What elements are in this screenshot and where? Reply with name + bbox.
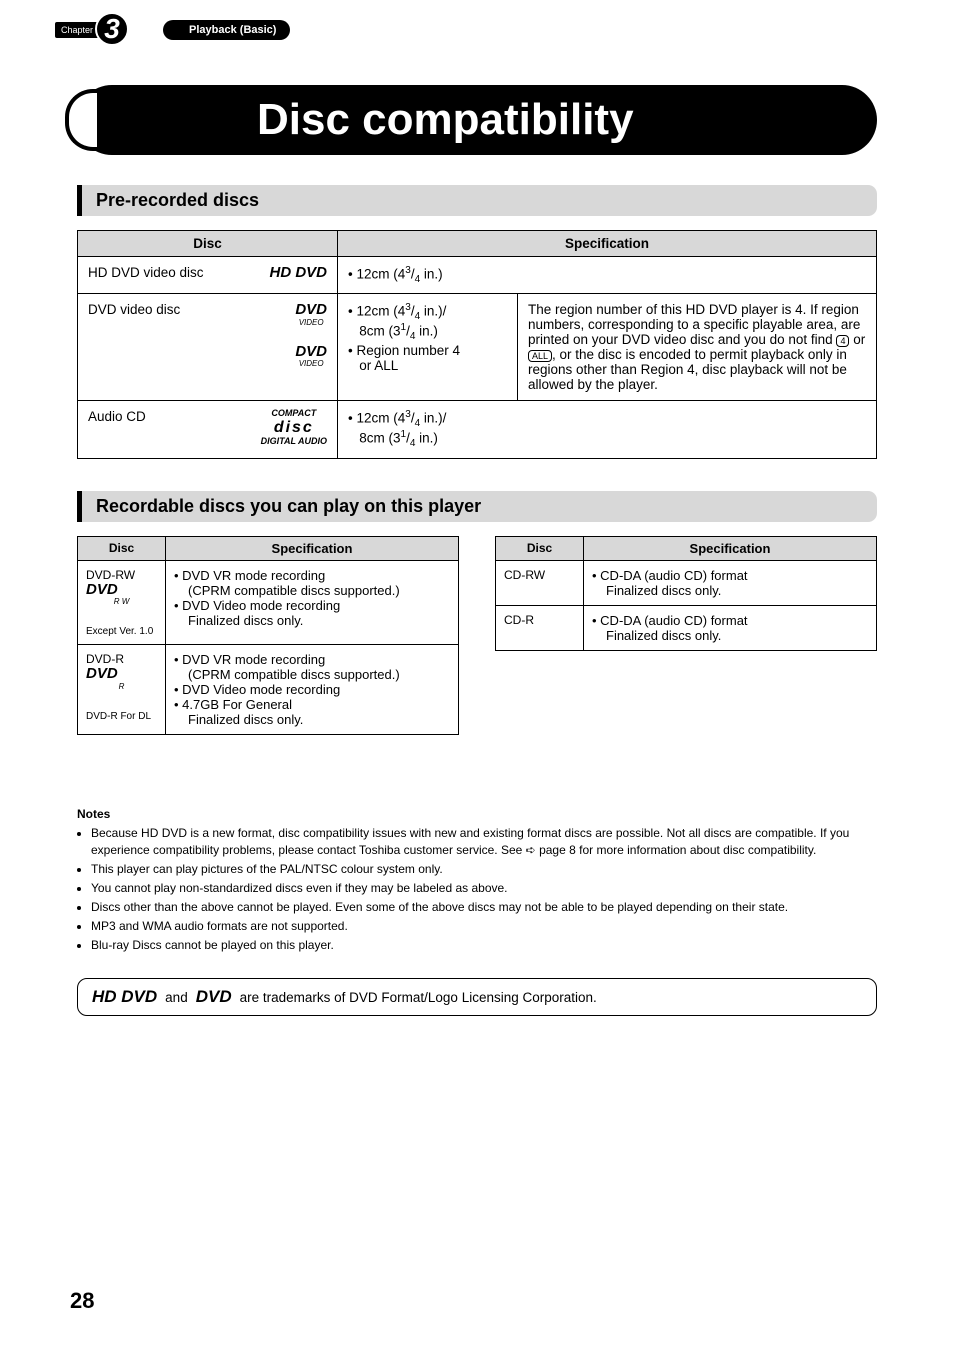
hddvd-logo-icon: HD DVD (269, 265, 327, 282)
disc-spec: • CD-DA (audio CD) format Finalized disc… (584, 605, 877, 650)
dvd-logo-icon: DVD (196, 988, 232, 1007)
page-title-banner: Disc compatibility (77, 85, 877, 155)
trademark-box: HD DVD and DVD are trademarks of DVD For… (77, 978, 877, 1017)
region-all-icon: ALL (528, 350, 552, 362)
col-disc: Disc (496, 536, 584, 560)
page-title: Disc compatibility (257, 95, 634, 145)
col-spec: Specification (338, 231, 877, 257)
disc-name: DVD video disc (88, 302, 180, 317)
disc-spec: • 12cm (43/4 in.) (338, 257, 877, 294)
note-item: Because HD DVD is a new format, disc com… (91, 825, 877, 857)
dvd-r-logo-icon: DVDR (86, 665, 157, 691)
arrow-right-icon: ➪ (526, 842, 536, 858)
disc-name: HD DVD video disc (88, 265, 204, 280)
trademark-and: and (165, 990, 188, 1005)
notes-heading: Notes (77, 807, 877, 821)
prerecorded-heading: Pre-recorded discs (77, 185, 877, 216)
note-item: Discs other than the above cannot be pla… (91, 899, 877, 915)
prerecorded-table: Disc Specification HD DVD video disc HD … (77, 230, 877, 459)
disc-spec: • 12cm (43/4 in.)/ 8cm (31/4 in.) (338, 401, 877, 458)
disc-name: CD-RW (496, 560, 584, 605)
col-spec: Specification (584, 536, 877, 560)
hddvd-logo-icon: HD DVD (92, 988, 157, 1007)
disc-spec: • DVD VR mode recording (CPRM compatible… (166, 560, 459, 645)
chapter-header: Chapter 3 Playback (Basic) (55, 20, 290, 40)
note-item: This player can play pictures of the PAL… (91, 861, 877, 877)
recordable-table-left: Disc Specification DVD-RW DVDR W Except … (77, 536, 459, 736)
dvd-rw-logo-icon: DVDR W (86, 581, 157, 607)
disc-spec: • DVD VR mode recording (CPRM compatible… (166, 645, 459, 735)
notes-section: Notes Because HD DVD is a new format, di… (77, 807, 877, 953)
dvd-video-logo-icon: DVDVIDEODVDVIDEO (295, 302, 327, 369)
disc-note: The region number of this HD DVD player … (518, 294, 877, 401)
page-number: 28 (70, 1288, 94, 1314)
compact-disc-logo-icon: COMPACTdiscDIGITAL AUDIO (261, 409, 327, 446)
disc-name: DVD-R DVDR DVD-R For DL (78, 645, 166, 735)
section-label: Playback (Basic) (163, 20, 290, 40)
col-disc: Disc (78, 536, 166, 560)
note-item: Blu-ray Discs cannot be played on this p… (91, 937, 877, 953)
col-spec: Specification (166, 536, 459, 560)
table-row: Audio CD COMPACTdiscDIGITAL AUDIO • 12cm… (78, 401, 877, 458)
table-row: DVD video disc DVDVIDEODVDVIDEO • 12cm (… (78, 294, 877, 401)
table-row: HD DVD video disc HD DVD • 12cm (43/4 in… (78, 257, 877, 294)
table-row: DVD-R DVDR DVD-R For DL • DVD VR mode re… (78, 645, 459, 735)
table-row: CD-RW • CD-DA (audio CD) format Finalize… (496, 560, 877, 605)
disc-spec: • 12cm (43/4 in.)/ 8cm (31/4 in.) • Regi… (338, 294, 518, 401)
region-4-icon: 4 (836, 335, 849, 347)
note-item: You cannot play non-standardized discs e… (91, 880, 877, 896)
trademark-text: are trademarks of DVD Format/Logo Licens… (240, 990, 597, 1005)
table-row: DVD-RW DVDR W Except Ver. 1.0 • DVD VR m… (78, 560, 459, 645)
recordable-table-right: Disc Specification CD-RW • CD-DA (audio … (495, 536, 877, 651)
disc-spec: • CD-DA (audio CD) format Finalized disc… (584, 560, 877, 605)
disc-name: CD-R (496, 605, 584, 650)
note-item: MP3 and WMA audio formats are not suppor… (91, 918, 877, 934)
chapter-number: 3 (95, 12, 129, 46)
recordable-heading: Recordable discs you can play on this pl… (77, 491, 877, 522)
table-row: CD-R • CD-DA (audio CD) format Finalized… (496, 605, 877, 650)
disc-name: DVD-RW DVDR W Except Ver. 1.0 (78, 560, 166, 645)
disc-name: Audio CD (88, 409, 146, 424)
col-disc: Disc (78, 231, 338, 257)
